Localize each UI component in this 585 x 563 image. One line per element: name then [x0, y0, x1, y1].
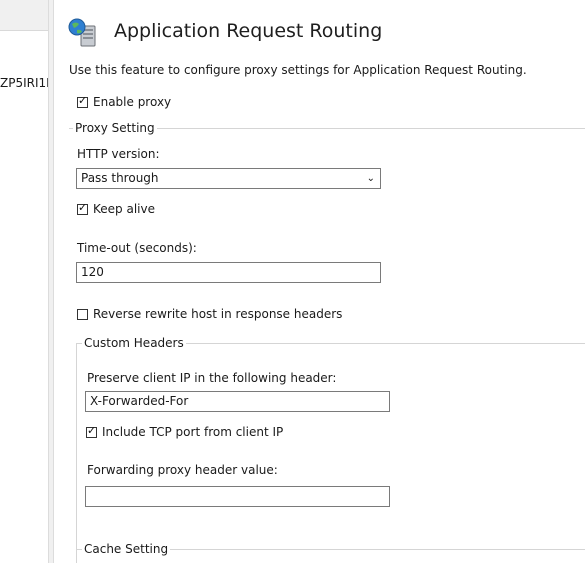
keep-alive-check-box[interactable] [77, 201, 88, 215]
include-tcp-port-checkbox[interactable]: Include TCP port from client IP [86, 424, 284, 439]
tree-pane: ZP5IRI1LC [0, 0, 48, 563]
keep-alive-label: Keep alive [93, 202, 155, 216]
http-version-label: HTTP version: [77, 147, 160, 161]
http-version-value: Pass through [81, 171, 159, 185]
page-description: Use this feature to configure proxy sett… [69, 63, 527, 77]
tree-header [0, 0, 48, 31]
chevron-down-icon[interactable]: ⌄ [367, 169, 375, 188]
forwarding-header-label: Forwarding proxy header value: [87, 463, 278, 477]
reverse-rewrite-checkbox[interactable]: Reverse rewrite host in response headers [77, 307, 342, 321]
page-title: Application Request Routing [114, 20, 383, 42]
reverse-rewrite-label: Reverse rewrite host in response headers [93, 307, 343, 321]
reverse-rewrite-check-box[interactable] [77, 308, 88, 320]
enable-proxy-checkbox[interactable]: Enable proxy [77, 94, 172, 109]
preserve-ip-input[interactable]: X-Forwarded-For [85, 391, 390, 412]
timeout-label: Time-out (seconds): [77, 241, 197, 255]
forwarding-header-input[interactable] [85, 486, 390, 507]
enable-proxy-label: Enable proxy [93, 95, 172, 109]
custom-headers-group-label: Custom Headers [82, 336, 186, 350]
server-globe-icon [68, 18, 96, 47]
http-version-select[interactable]: Pass through ⌄ [76, 168, 381, 189]
include-tcp-port-label: Include TCP port from client IP [102, 425, 284, 439]
include-tcp-port-check-box[interactable] [86, 424, 97, 438]
tree-node-server[interactable]: ZP5IRI1LC [0, 74, 48, 92]
preserve-ip-label: Preserve client IP in the following head… [87, 371, 337, 385]
keep-alive-checkbox[interactable]: Keep alive [77, 201, 155, 216]
cache-setting-group-label: Cache Setting [82, 542, 171, 556]
enable-proxy-check-box[interactable] [77, 94, 88, 108]
timeout-input[interactable]: 120 [76, 262, 381, 283]
feature-page: Application Request Routing Use this fea… [54, 0, 585, 563]
proxy-setting-group-label: Proxy Setting [73, 121, 157, 135]
